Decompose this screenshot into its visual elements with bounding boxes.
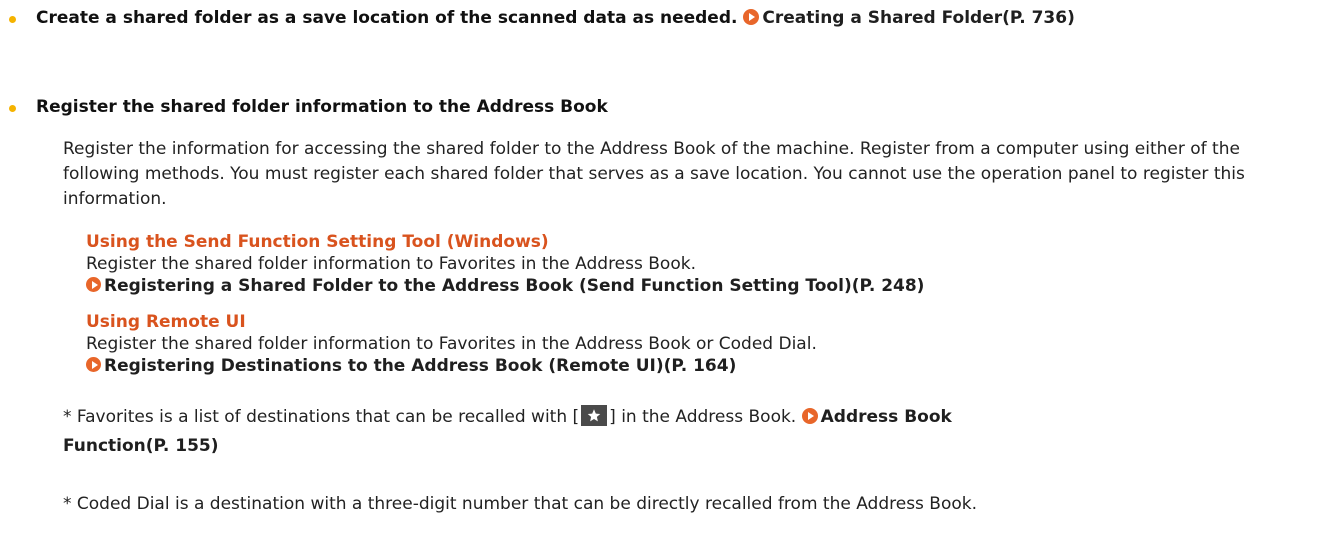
link-label: Creating a Shared Folder(P. 736) (762, 8, 1075, 28)
link-label: Registering a Shared Folder to the Addre… (104, 276, 925, 296)
bullet-dot-icon (9, 16, 16, 23)
method-remote-ui: Using Remote UI Register the shared fold… (86, 311, 1306, 377)
method-heading: Using the Send Function Setting Tool (Wi… (86, 232, 549, 252)
bullet-text: Register the shared folder information t… (36, 97, 608, 117)
bullet-text-main: Create a shared folder as a save locatio… (36, 8, 744, 28)
intro-paragraph: Register the information for accessing t… (63, 139, 1245, 209)
bullet-dot-icon (9, 105, 16, 112)
note-favorites: * Favorites is a list of destinations th… (63, 403, 1063, 461)
send-function-tool-link[interactable]: Registering a Shared Folder to the Addre… (86, 276, 924, 296)
creating-shared-folder-link[interactable]: Creating a Shared Folder(P. 736) (743, 8, 1075, 28)
bullet-register-address-book: Register the shared folder information t… (0, 95, 608, 119)
note-text: * Favorites is a list of destinations th… (63, 407, 580, 427)
method-description: Register the shared folder information t… (86, 254, 696, 274)
method-heading: Using Remote UI (86, 312, 246, 332)
circle-arrow-icon (743, 9, 760, 25)
star-icon (581, 405, 608, 426)
note-text: ] in the Address Book. (609, 407, 802, 427)
remote-ui-link[interactable]: Registering Destinations to the Address … (86, 356, 736, 376)
circle-arrow-icon (801, 408, 818, 424)
method-description: Register the shared folder information t… (86, 334, 817, 354)
bullet-text: Create a shared folder as a save locatio… (36, 6, 1075, 30)
method-send-function-tool: Using the Send Function Setting Tool (Wi… (86, 231, 1306, 297)
bullet-create-shared-folder: Create a shared folder as a save locatio… (0, 6, 1075, 30)
link-label: Registering Destinations to the Address … (104, 356, 737, 376)
circle-arrow-icon (86, 357, 101, 372)
circle-arrow-icon (86, 277, 101, 292)
note-coded-dial: * Coded Dial is a destination with a thr… (63, 494, 978, 514)
